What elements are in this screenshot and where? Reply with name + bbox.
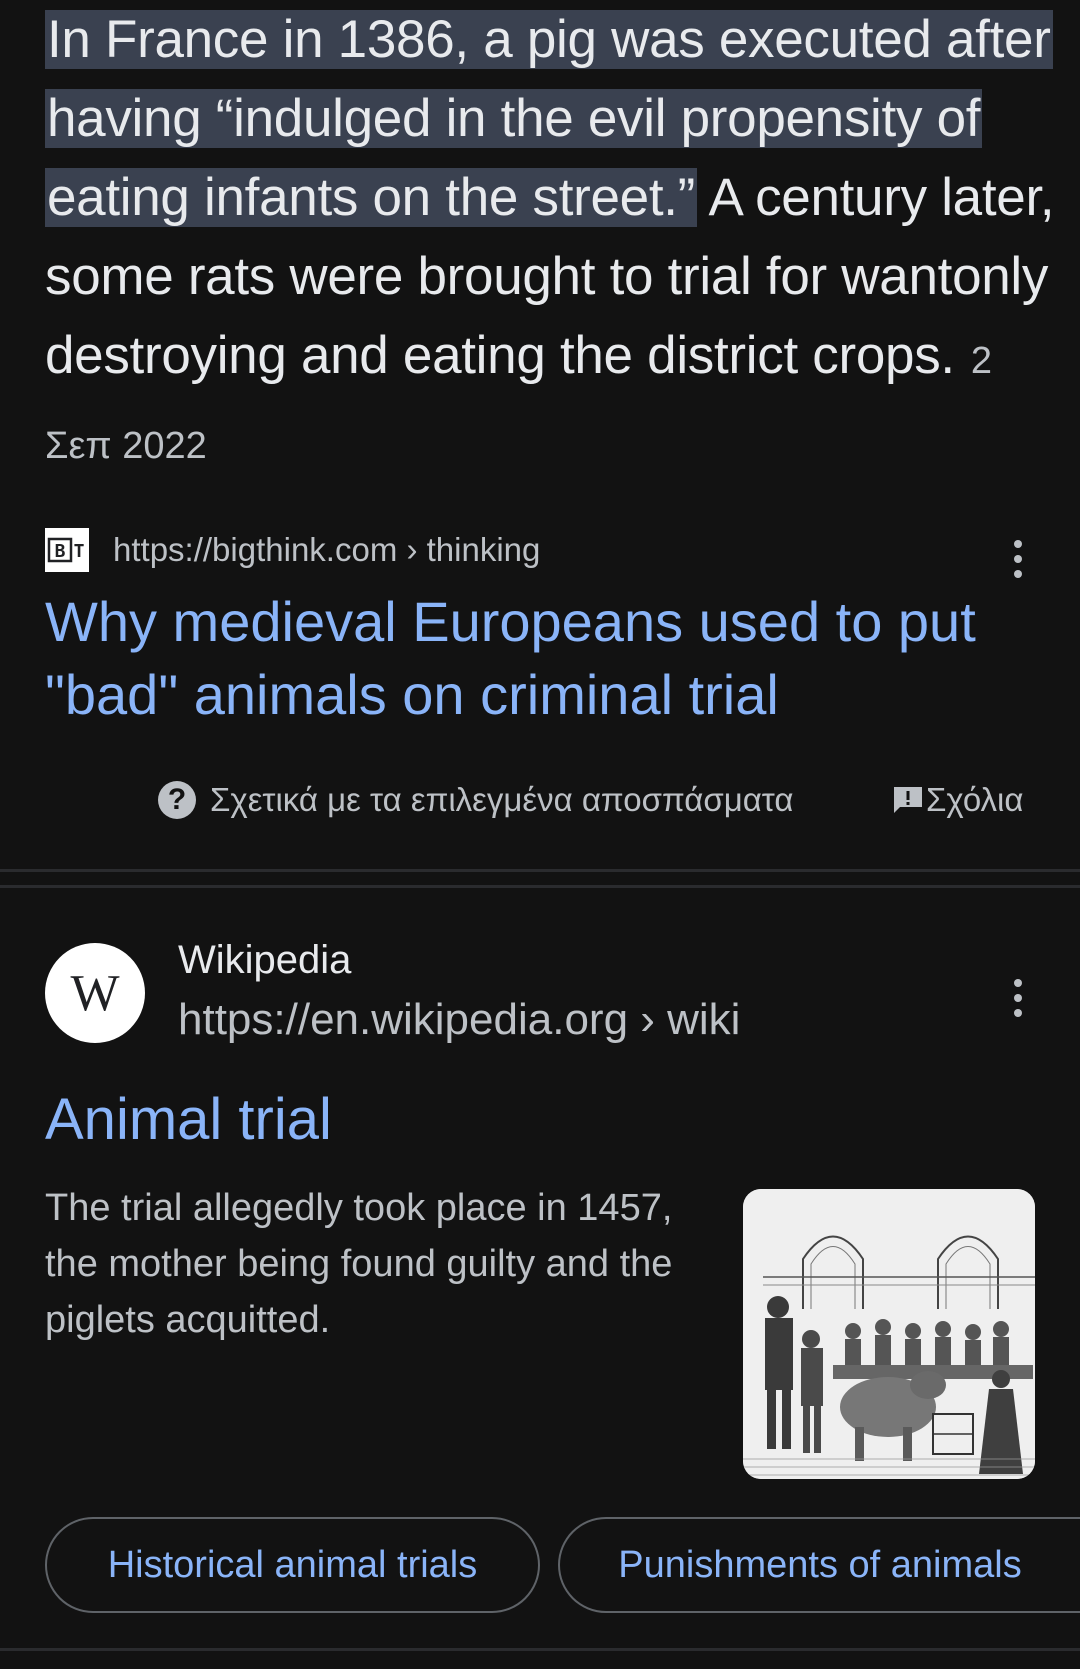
featured-snippet: In France in 1386, a pig was executed af… [45, 0, 1055, 486]
result2-snippet: The trial allegedly took place in 1457, … [45, 1187, 673, 1341]
result2-thumbnail[interactable] [743, 1189, 1035, 1479]
svg-text:T: T [74, 541, 85, 562]
animal-trial-engraving-image [743, 1189, 1035, 1479]
svg-text:B: B [55, 541, 66, 562]
result2-site-name[interactable]: Wikipedia [178, 938, 351, 983]
more-vert-icon[interactable] [1008, 979, 1028, 1017]
section-divider [0, 869, 1080, 872]
feedback-icon [894, 787, 922, 813]
bigthink-favicon: B T [45, 528, 89, 572]
chip-punishments-of-animals[interactable]: Punishments of animals [558, 1517, 1080, 1613]
section-divider [0, 885, 1080, 888]
chip-historical-animal-trials[interactable]: Historical animal trials [45, 1517, 540, 1613]
bigthink-logo-icon: B T [47, 537, 85, 563]
result2-title-link[interactable]: Animal trial [45, 1086, 332, 1153]
result2-url[interactable]: https://en.wikipedia.org › wiki [178, 995, 740, 1045]
result1-url[interactable]: https://bigthink.com › thinking [113, 531, 540, 569]
about-featured-snippets-label: Σχετικά με τα επιλεγμένα αποσπάσματα [210, 781, 794, 818]
feedback-button[interactable]: Σχόλια [892, 778, 1023, 822]
bottom-divider [0, 1648, 1080, 1651]
wikipedia-logo-letter: W [70, 964, 120, 1022]
result1-source[interactable]: B T https://bigthink.com › thinking [45, 528, 540, 572]
about-featured-snippets-link[interactable]: ? Σχετικά με τα επιλεγμένα αποσπάσματα [158, 778, 793, 822]
result1-title-link[interactable]: Why medieval Europeans used to put "bad"… [45, 585, 1005, 731]
wikipedia-logo-icon: W [45, 943, 145, 1043]
more-vert-icon[interactable] [1008, 540, 1028, 578]
help-icon: ? [158, 781, 196, 819]
feedback-label: Σχόλια [926, 781, 1024, 818]
